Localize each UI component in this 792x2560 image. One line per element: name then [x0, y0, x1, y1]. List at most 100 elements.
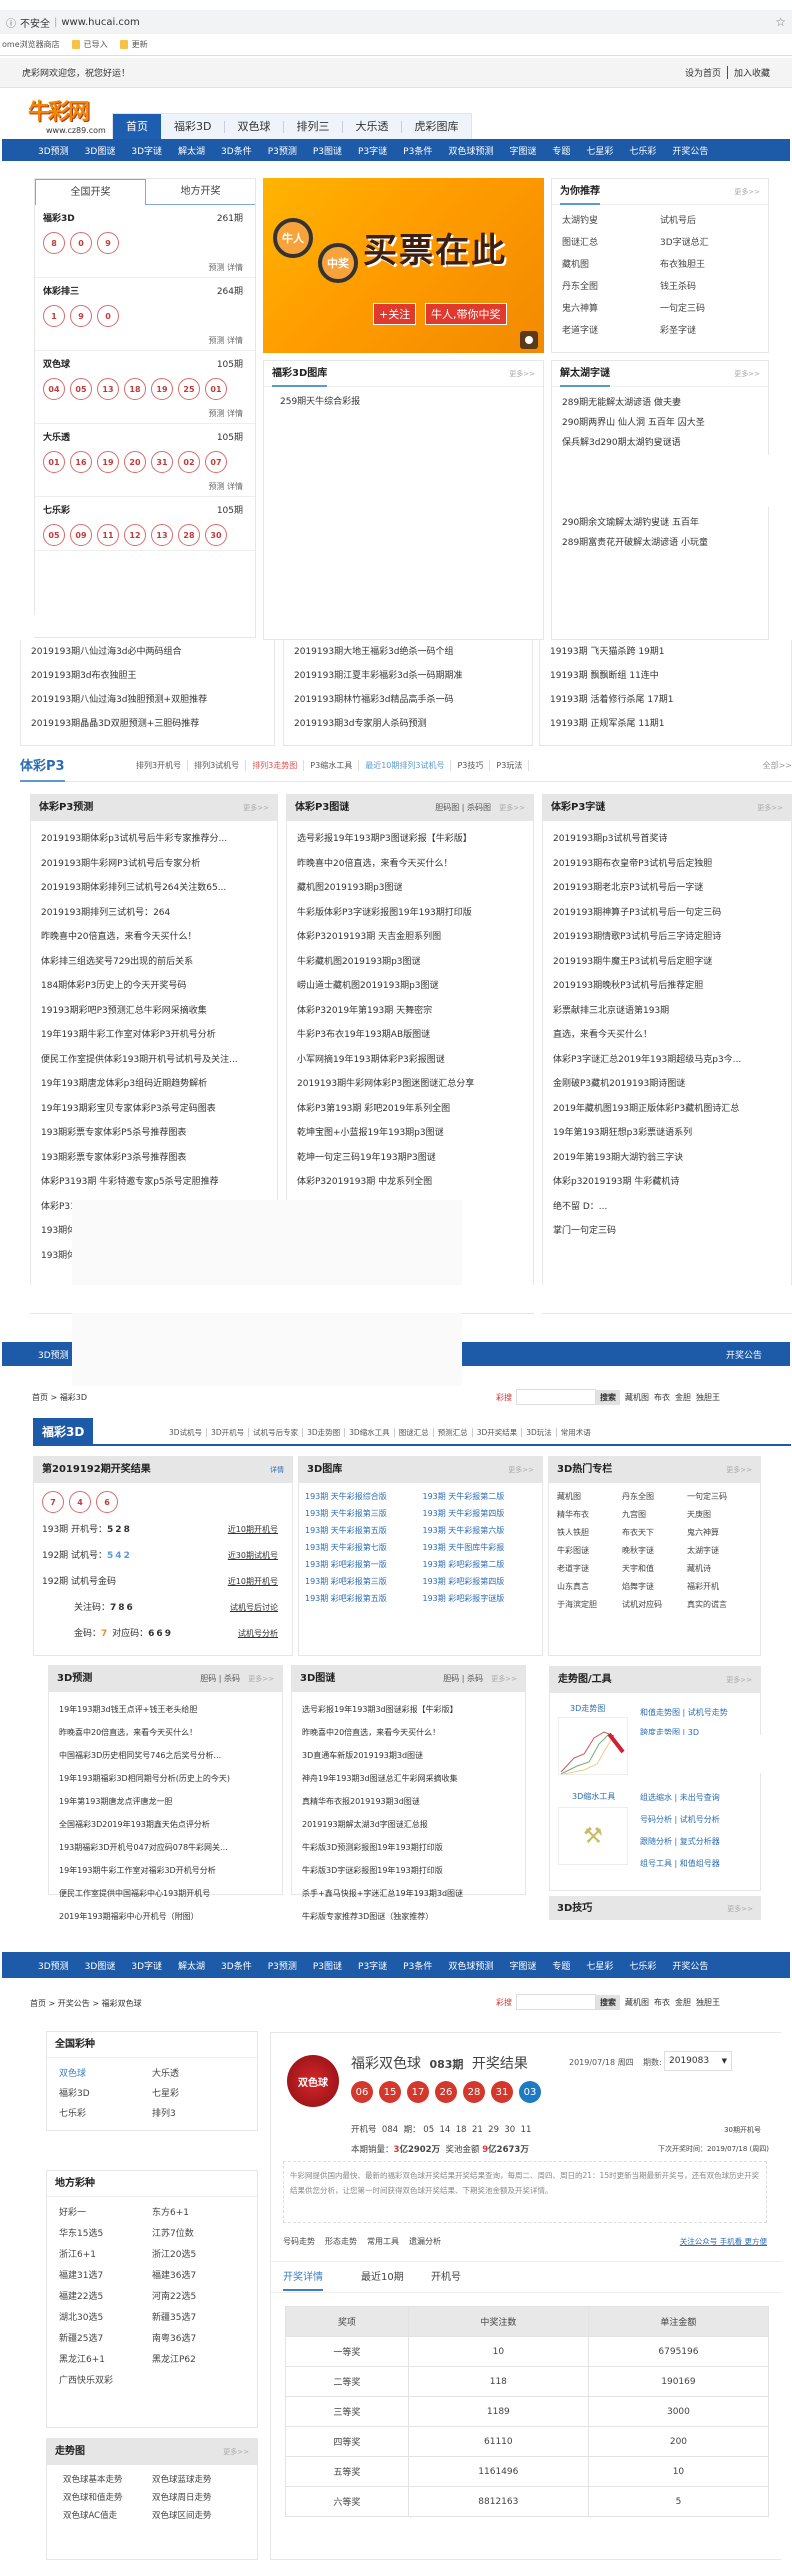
trend-link[interactable]: 双色球区间走势: [152, 2509, 241, 2521]
article-link[interactable]: 选号彩报19年193期P3图谜彩报【牛彩版】: [297, 827, 523, 852]
recommend-link[interactable]: 丹东全图: [562, 279, 660, 292]
lottery-link[interactable]: 黑龙江6+1: [59, 2352, 152, 2365]
hot-link[interactable]: 天宇和值: [622, 1563, 687, 1574]
more-link[interactable]: 更多>>: [734, 369, 760, 379]
more-link[interactable]: 更多>>: [508, 1465, 534, 1475]
article-link[interactable]: 昨晚喜中20倍直选，来看今天买什么！: [59, 1721, 272, 1744]
article-link[interactable]: 19193期 飞天猫杀跨 19期1: [550, 640, 781, 664]
nav-item[interactable]: 七星彩: [578, 1959, 621, 1972]
article-link[interactable]: 选号彩报19年193期3d图谜彩报【牛彩版】: [302, 1698, 515, 1721]
article-link[interactable]: 乾坤一句定三码19年193期P3图谜: [297, 1146, 523, 1171]
more-link[interactable]: 更多>>: [726, 1465, 752, 1475]
article-link[interactable]: 2019193期p3试机号首奖诗: [553, 827, 781, 852]
nav-item[interactable]: 专题: [544, 1959, 578, 1972]
recommend-link[interactable]: 布衣独胆王: [660, 257, 758, 270]
gallery-link[interactable]: 193期 天牛彩报第六版: [423, 1525, 537, 1536]
nav-item[interactable]: P3条件: [395, 1959, 440, 1972]
article-link[interactable]: 神舟19年193期3d图谜总汇牛彩网采摘收集: [302, 1767, 515, 1790]
article-link[interactable]: 藏机图2019193期p3图谜: [297, 876, 523, 901]
tab-open-number[interactable]: 开机号: [431, 2268, 461, 2283]
article-link[interactable]: 绝不留 D：...: [553, 1195, 781, 1220]
recommend-link[interactable]: 图谜汇总: [562, 235, 660, 248]
url-text[interactable]: www.hucai.com: [61, 17, 139, 28]
nav-item[interactable]: 解太湖: [170, 144, 213, 157]
nav-item[interactable]: 3D预测: [30, 1959, 77, 1972]
tool-link[interactable]: 组号工具: [640, 1859, 672, 1868]
hot-link[interactable]: 天庚图: [687, 1509, 752, 1520]
article-link[interactable]: 19年193期彩宝贝专家体彩P3杀号定码图表: [41, 1097, 267, 1122]
gallery-link[interactable]: 193期 天牛彩报第二版: [423, 1491, 537, 1502]
detail-link[interactable]: 详情: [227, 482, 243, 491]
recommend-link[interactable]: 藏机图: [562, 257, 660, 270]
nav-item[interactable]: 七乐彩: [621, 144, 664, 157]
article-link[interactable]: 19年第193期狂想p3彩票谜语系列: [553, 1121, 781, 1146]
nav-item[interactable]: 3D图谜: [77, 144, 124, 157]
section-link[interactable]: 3D试机号: [165, 1428, 206, 1437]
tool-link[interactable]: 复式分析器: [680, 1837, 720, 1846]
more-link[interactable]: 更多>>: [499, 803, 525, 813]
article-link[interactable]: 崂山道士藏机图2019193期p3图谜: [297, 974, 523, 999]
hot-link[interactable]: 藏机诗: [687, 1563, 752, 1574]
lottery-link[interactable]: 黑龙江P62: [152, 2352, 245, 2365]
hot-link[interactable]: 于海滨定胆: [557, 1599, 622, 1610]
quick-link[interactable]: 金胆: [675, 1998, 691, 2007]
article-link[interactable]: 2019193期牛彩网P3试机号后专家分析: [41, 852, 267, 877]
promo-banner[interactable]: 牛人 中奖 买票在此 +关注 牛人,带你中奖: [263, 178, 544, 353]
lottery-link[interactable]: 华东15选5: [59, 2226, 152, 2239]
article-link[interactable]: 牛彩P3布衣19年193期AB版图谜: [297, 1023, 523, 1048]
nav-item[interactable]: P3字谜: [350, 144, 395, 157]
lottery-link[interactable]: 江苏7位数: [152, 2226, 245, 2239]
quick-link[interactable]: 藏机图: [625, 1998, 649, 2007]
article-link[interactable]: 2019193期牛魔王P3试机号后定胆字谜: [553, 950, 781, 975]
tool-link[interactable]: 3D缩水工具: [572, 1791, 615, 1802]
article-link[interactable]: 19193期 活着修行杀尾 17期1: [550, 688, 781, 712]
article-link[interactable]: 2019193期晚秋P3试机号后推荐定胆: [553, 974, 781, 999]
section-link[interactable]: 常用术语: [555, 1428, 595, 1437]
bookmark-star-icon[interactable]: ☆: [775, 15, 786, 29]
main-tab[interactable]: 排列三: [283, 114, 342, 139]
trend-link[interactable]: 双色球AC值走: [63, 2509, 152, 2521]
article-link[interactable]: 掌门一句定三码: [553, 1219, 781, 1244]
trend-link[interactable]: 双色球和值走势: [63, 2491, 152, 2503]
gallery-link[interactable]: 193期 彩吧彩报第一版: [305, 1559, 419, 1570]
hot-link[interactable]: 山东真言: [557, 1581, 622, 1592]
article-link[interactable]: 直选，来看今天买什么！: [553, 1023, 781, 1048]
article-link[interactable]: 2019193期3d专家朋人杀码预测: [294, 712, 522, 736]
nav-item[interactable]: 3D字谜: [123, 1959, 170, 1972]
tool-link[interactable]: 组选缩水: [640, 1793, 672, 1802]
lottery-link[interactable]: 福建36选7: [152, 2268, 245, 2281]
article-link[interactable]: 昨晚喜中20倍直选，来看今天买什么！: [302, 1721, 515, 1744]
gallery-link[interactable]: 193期 天牛彩报第四版: [423, 1508, 537, 1519]
article-link[interactable]: 184期体彩P3历史上的今天开奖号码: [41, 974, 267, 999]
hot-link[interactable]: 试机对应码: [622, 1599, 687, 1610]
article-link[interactable]: 全国福彩3D2019年193期鑫天佑点评分析: [59, 1813, 272, 1836]
lottery-link[interactable]: 河南22选5: [152, 2289, 245, 2302]
article-link[interactable]: 2019193期神算子P3试机号后一句定三码: [553, 901, 781, 926]
article-link[interactable]: 19年193期牛彩工作室对福彩3D开机号分析: [59, 1859, 272, 1882]
nav-item[interactable]: 开奖公告: [664, 1959, 716, 1972]
article-link[interactable]: 19年193期福彩3D相同期号分析(历史上的今天): [59, 1767, 272, 1790]
lottery-link[interactable]: 福建22选5: [59, 2289, 152, 2302]
more-link[interactable]: 更多>>: [726, 1675, 752, 1685]
recommend-link[interactable]: 鬼六神算: [562, 301, 660, 314]
lottery-link[interactable]: 七星彩: [152, 2086, 245, 2099]
article-link[interactable]: 体彩P3193期 牛彩特邀专家p5杀号定胆推荐: [41, 1170, 267, 1195]
tool-link[interactable]: 常用工具: [367, 2236, 399, 2247]
article-link[interactable]: 小军网摘19年193期体彩P3彩报图谜: [297, 1048, 523, 1073]
nav-item[interactable]: 七乐彩: [621, 1959, 664, 1972]
lottery-link[interactable]: 双色球: [59, 2066, 152, 2079]
nav-item[interactable]: 解太湖: [170, 1959, 213, 1972]
trend-link[interactable]: 试机号走势: [688, 1708, 728, 1717]
article-link[interactable]: 体彩P32019193期 中龙系列全图: [297, 1170, 523, 1195]
search-button[interactable]: 搜索: [596, 1389, 620, 1405]
follow-link[interactable]: 关注公众号 手机看 更方便: [680, 2236, 767, 2247]
article-link[interactable]: 2019193期解太湖3d字图谜汇总报: [302, 1813, 515, 1836]
article-link[interactable]: 牛彩藏机图2019193期p3图谜: [297, 950, 523, 975]
article-link[interactable]: 中国福彩3D历史相同奖号746之后奖号分析...: [59, 1744, 272, 1767]
gallery-link[interactable]: 193期 天牛彩报第三版: [305, 1508, 419, 1519]
issue-select[interactable]: 2019083 ▼: [664, 2051, 732, 2071]
bookmark-item[interactable]: 已导入: [84, 39, 108, 50]
more-link[interactable]: 更多>>: [509, 369, 535, 379]
article-link[interactable]: 牛彩版体彩P3字谜彩报图19年193期打印版: [297, 901, 523, 926]
quick-link[interactable]: 布衣: [654, 1393, 670, 1402]
